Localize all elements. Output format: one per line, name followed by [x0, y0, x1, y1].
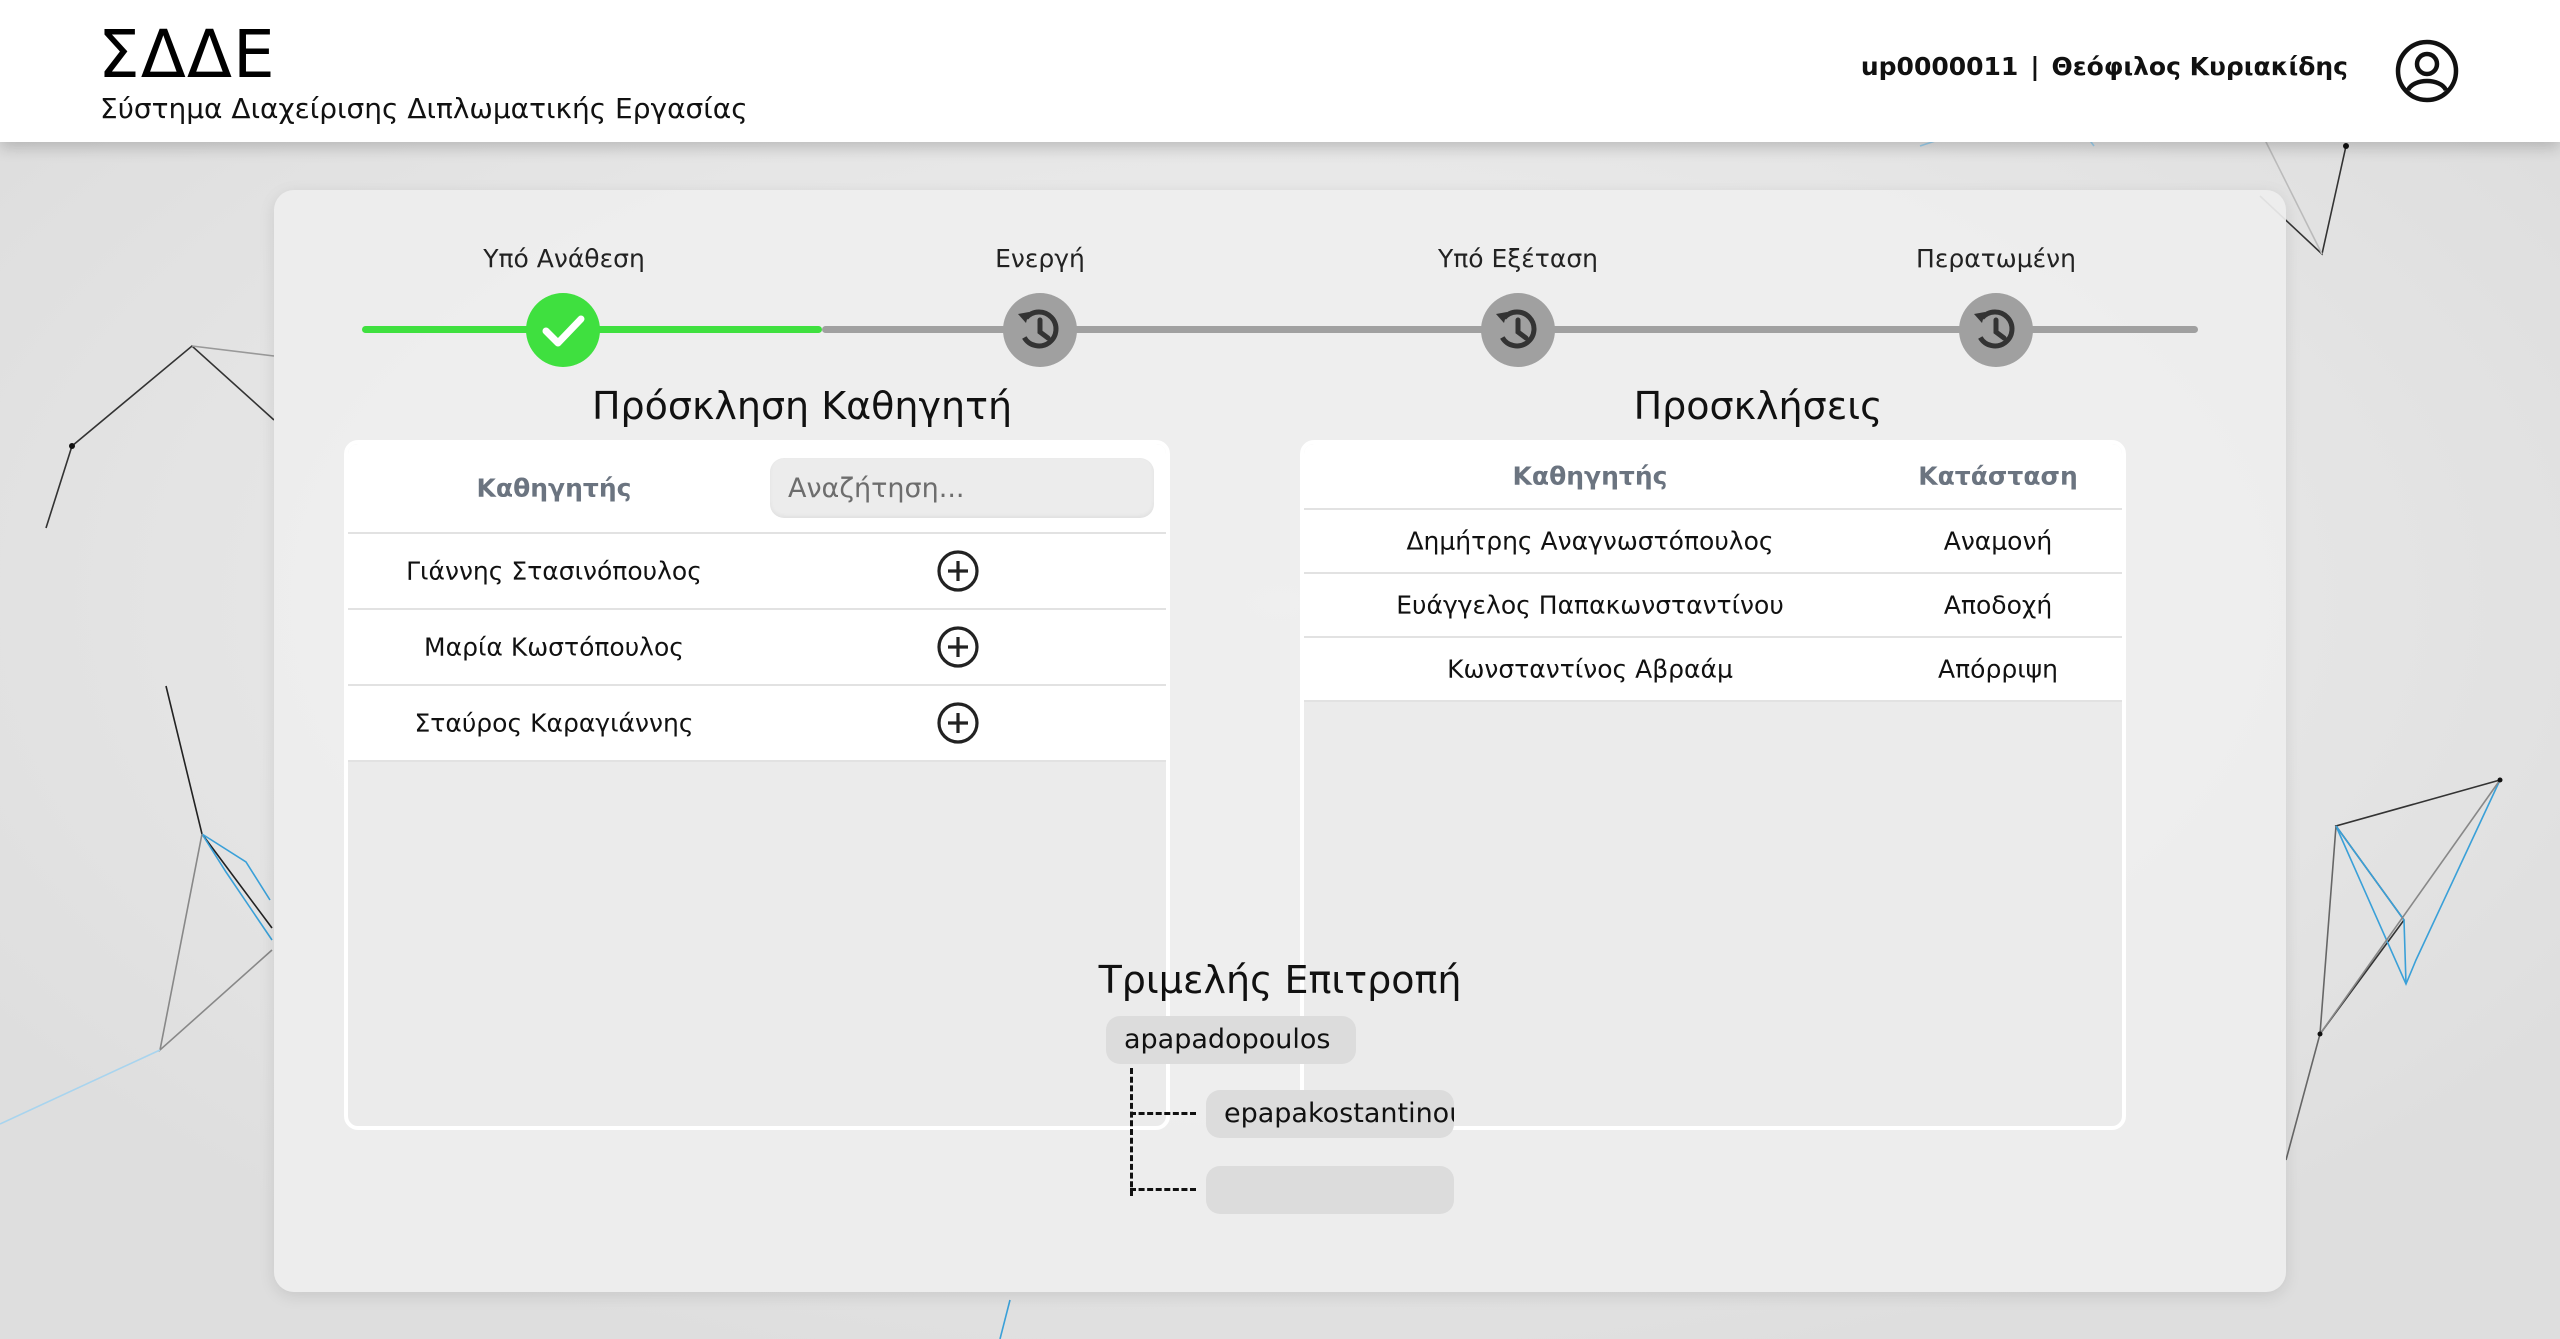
- user-info: up0000011 | Θεόφιλος Κυριακίδης: [1861, 52, 2348, 81]
- invitations-panel: Καθηγητής Κατάσταση Δημήτρης Αναγνωστόπο…: [1300, 440, 2126, 1130]
- history-icon: [1003, 293, 1077, 367]
- app-header: ΣΔΔΕ Σύστημα Διαχείρισης Διπλωματικής Ερ…: [0, 0, 2560, 142]
- invitation-status: Απόρριψη: [1938, 654, 2058, 684]
- table-row: Σταύρος Καραγιάννης: [348, 686, 1166, 762]
- invitation-status: Αναμονή: [1943, 526, 2053, 556]
- column-header-status: Κατάσταση: [1918, 461, 2078, 491]
- invite-professor-panel: Καθηγητής Γιάννης Στασινόπουλος Μαρία Κω…: [344, 440, 1170, 1130]
- step-label-examination: Υπό Εξέταση: [1437, 244, 1599, 273]
- invitation-professor: Ευάγγελος Παπακωνσταντίνου: [1396, 590, 1784, 620]
- invitation-professor: Κωνσταντίνος Αβραάμ: [1447, 654, 1733, 684]
- plus-circle-icon[interactable]: [936, 549, 980, 593]
- invitations-title: Προσκλήσεις: [1633, 384, 1883, 428]
- history-icon: [1481, 293, 1555, 367]
- column-header-professor: Καθηγητής: [476, 473, 632, 503]
- check-icon: [526, 293, 600, 367]
- committee-member: epapakostantinou: [1206, 1090, 1454, 1138]
- table-row: Μαρία Κωστόπουλος: [348, 610, 1166, 686]
- table-row: Δημήτρης Αναγνωστόπουλος Αναμονή: [1304, 510, 2122, 574]
- history-icon: [1959, 293, 2033, 367]
- table-row: Ευάγγελος Παπακωνσταντίνου Αποδοχή: [1304, 574, 2122, 638]
- app-logo[interactable]: ΣΔΔΕ: [98, 16, 276, 93]
- step-label-completed: Περατωμένη: [1916, 244, 2076, 273]
- invitation-status: Αποδοχή: [1943, 590, 2053, 620]
- committee-member-empty: [1206, 1166, 1454, 1214]
- professor-name: Μαρία Κωστόπουλος: [424, 632, 684, 662]
- search-input[interactable]: [770, 458, 1154, 518]
- user-id: up0000011: [1860, 52, 2019, 81]
- invite-professor-title: Πρόσκληση Καθηγητή: [591, 384, 1013, 428]
- committee-supervisor: apapadopoulos: [1106, 1016, 1356, 1064]
- user-name: Θεόφιλος Κυριακίδης: [2051, 52, 2348, 81]
- table-header-row: Καθηγητής Κατάσταση: [1304, 444, 2122, 510]
- app-subtitle: Σύστημα Διαχείρισης Διπλωματικής Εργασία…: [100, 92, 748, 125]
- committee-title: Τριμελής Επιτροπή: [1098, 958, 1462, 1002]
- thesis-card: Υπό Ανάθεση Ενεργή Υπό Εξέταση Περατωμέν…: [274, 190, 2286, 1292]
- invitation-professor: Δημήτρης Αναγνωστόπουλος: [1406, 526, 1774, 556]
- plus-circle-icon[interactable]: [936, 625, 980, 669]
- step-label-assignment: Υπό Ανάθεση: [483, 244, 645, 273]
- table-row: Κωνσταντίνος Αβραάμ Απόρριψη: [1304, 638, 2122, 702]
- tree-connector-branch: [1130, 1112, 1196, 1115]
- column-header-professor: Καθηγητής: [1512, 461, 1668, 491]
- user-circle-icon[interactable]: [2394, 38, 2460, 104]
- user-info-separator: |: [2030, 52, 2040, 81]
- tree-connector-vertical: [1130, 1068, 1133, 1196]
- professor-name: Γιάννης Στασινόπουλος: [406, 556, 702, 586]
- tree-connector-branch: [1130, 1188, 1196, 1191]
- professor-name: Σταύρος Καραγιάννης: [414, 708, 694, 738]
- table-row: Γιάννης Στασινόπουλος: [348, 534, 1166, 610]
- plus-circle-icon[interactable]: [936, 701, 980, 745]
- table-header-row: Καθηγητής: [348, 444, 1166, 534]
- step-label-active: Ενεργή: [995, 244, 1085, 273]
